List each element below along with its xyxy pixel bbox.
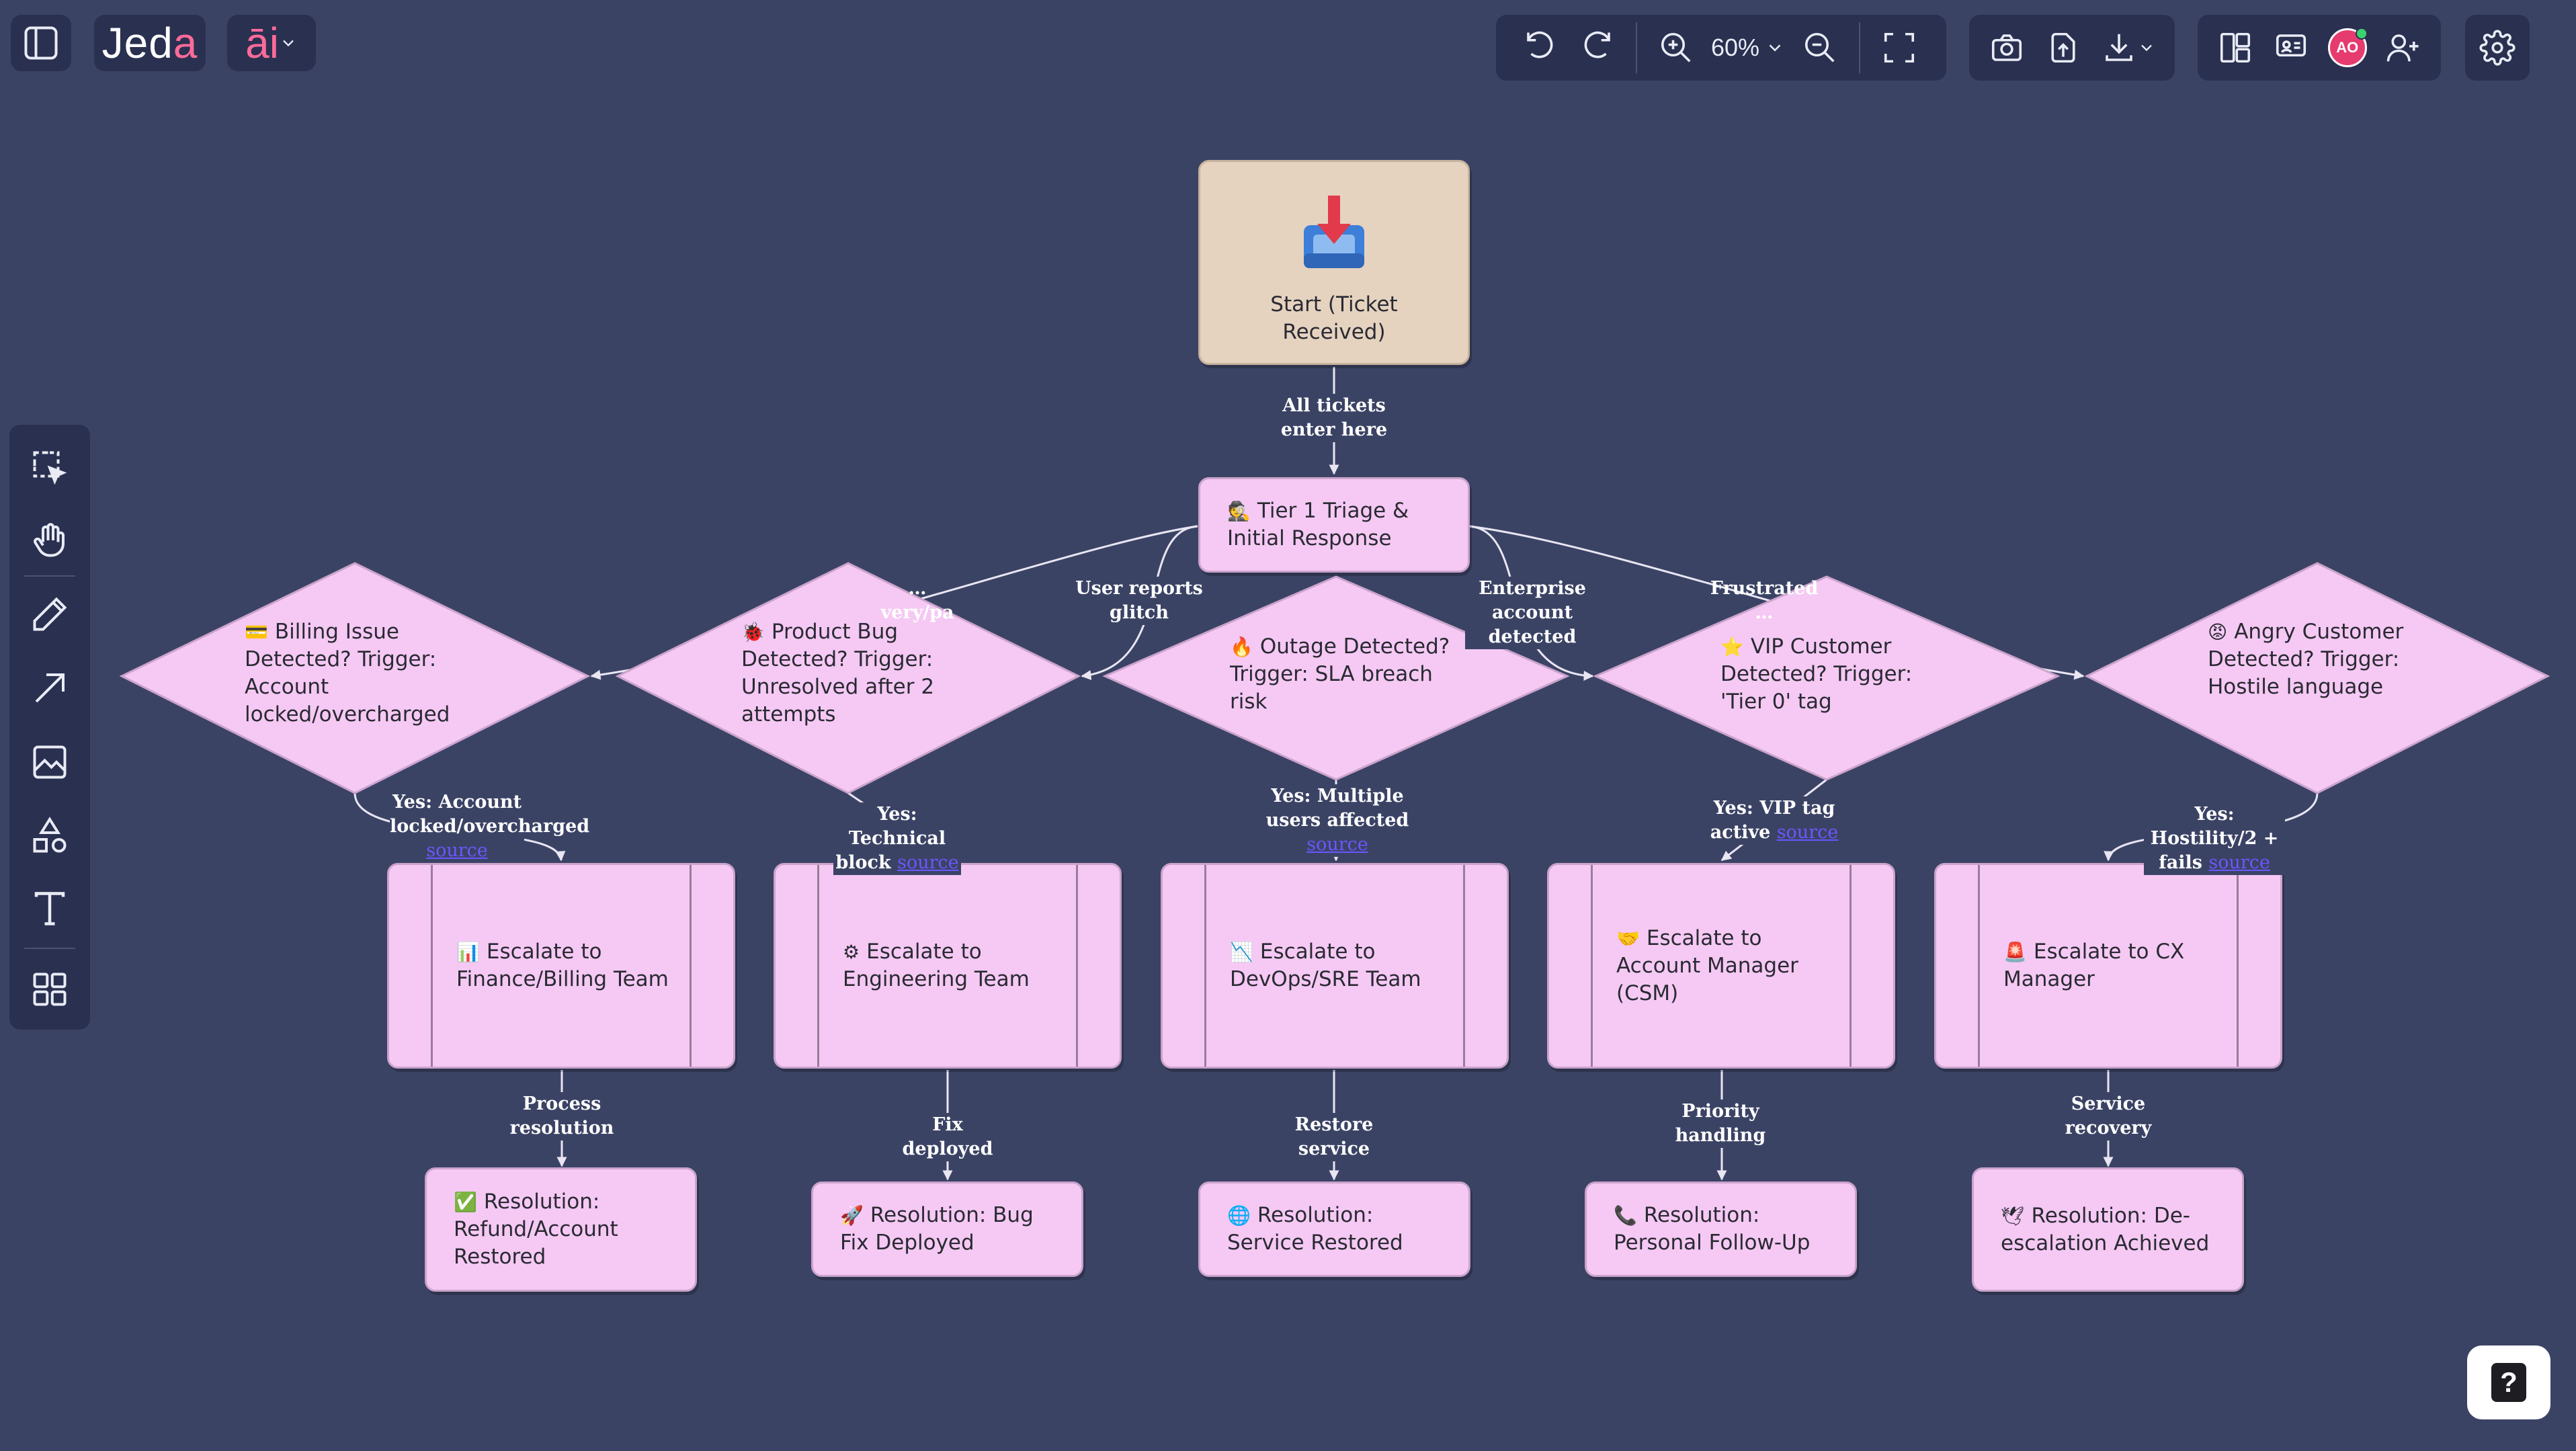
edge-label-to-billing[interactable]: …very/pa xyxy=(874,577,961,625)
escalation-devops[interactable]: 📉 Escalate to DevOps/SRE Team xyxy=(1161,863,1509,1069)
edge-label-res-cx[interactable]: Service recovery xyxy=(2041,1092,2175,1141)
decision-vip-label: VIP Customer Detected? Trigger: 'Tier 0'… xyxy=(1720,634,1913,714)
help-button[interactable]: ? xyxy=(2467,1345,2550,1419)
escalation-devops-label: Escalate to DevOps/SRE Team xyxy=(1230,940,1421,991)
decision-outage-label: Outage Detected? Trigger: SLA breach ris… xyxy=(1230,634,1450,714)
decision-bug-label: Product Bug Detected? Trigger: Unresolve… xyxy=(741,620,935,727)
resolution-bugfix-label: Resolution: Bug Fix Deployed xyxy=(840,1203,1034,1255)
decision-vip[interactable]: ⭐ VIP Customer Detected? Trigger: 'Tier 0… xyxy=(1720,633,1942,716)
decision-billing-label: Billing Issue Detected? Trigger: Account… xyxy=(245,620,450,727)
edge-label-yes-vip[interactable]: Yes: VIP tag active source xyxy=(1707,796,1841,845)
decision-bug[interactable]: 🐞 Product Bug Detected? Trigger: Unresolv… xyxy=(741,618,956,729)
resolution-bugfix[interactable]: 🚀 Resolution: Bug Fix Deployed xyxy=(811,1181,1083,1277)
edge-label-res-engineering[interactable]: Fix deployed xyxy=(887,1113,1008,1161)
decision-outage[interactable]: 🔥 Outage Detected? Trigger: SLA breach ri… xyxy=(1230,633,1452,716)
source-link[interactable]: source xyxy=(1306,834,1368,855)
decision-billing[interactable]: 💳 Billing Issue Detected? Trigger: Accoun… xyxy=(245,618,460,729)
resolution-followup[interactable]: 📞 Resolution: Personal Follow-Up xyxy=(1585,1181,1857,1277)
escalation-cx[interactable]: 🚨 Escalate to CX Manager xyxy=(1934,863,2282,1069)
escalation-engineering-label: Escalate to Engineering Team xyxy=(843,940,1030,991)
resolution-service-label: Resolution: Service Restored xyxy=(1227,1203,1403,1255)
decision-angry[interactable]: 😡 Angry Customer Detected? Trigger: Hosti… xyxy=(2208,618,2423,701)
resolution-refund-label: Resolution: Refund/Account Restored xyxy=(454,1190,618,1269)
help-icon: ? xyxy=(2491,1363,2526,1402)
edge-label-res-csm[interactable]: Priority handling xyxy=(1653,1100,1788,1148)
resolution-followup-label: Resolution: Personal Follow-Up xyxy=(1614,1203,1811,1255)
triage-label: 🕵 Tier 1 Triage & Initial Response xyxy=(1227,499,1409,550)
edge-label-yes-angry[interactable]: Yes: Hostility/2 + fails source xyxy=(2144,802,2285,875)
edge-label-to-bug[interactable]: User reports glitch xyxy=(1069,577,1210,625)
edge-label-res-finance[interactable]: Process resolution xyxy=(495,1092,629,1141)
escalation-finance-label: Escalate to Finance/Billing Team xyxy=(456,940,669,991)
resolution-service[interactable]: 🌐 Resolution: Service Restored xyxy=(1198,1181,1470,1277)
triage-node[interactable]: 🕵 Tier 1 Triage & Initial Response xyxy=(1198,477,1470,573)
edge-label-yes-bug[interactable]: Yes: Technical block source xyxy=(833,802,961,875)
start-node[interactable]: Start (Ticket Received) xyxy=(1198,160,1470,365)
decision-angry-label: Angry Customer Detected? Trigger: Hostil… xyxy=(2208,620,2404,699)
edge-label-start[interactable]: All tickets enter here xyxy=(1263,394,1405,442)
escalation-finance[interactable]: 📊 Escalate to Finance/Billing Team xyxy=(387,863,735,1069)
resolution-deescalation-label: Resolution: De-escalation Achieved xyxy=(2001,1203,2210,1255)
source-link[interactable]: source xyxy=(897,852,959,873)
resolution-refund[interactable]: ✅ Resolution: Refund/Account Restored xyxy=(425,1167,697,1292)
escalation-csm[interactable]: 🤝 Escalate to Account Manager (CSM) xyxy=(1547,863,1895,1069)
escalation-cx-label: Escalate to CX Manager xyxy=(2003,940,2185,991)
edge-label-res-devops[interactable]: Restore service xyxy=(1263,1113,1405,1161)
source-link[interactable]: source xyxy=(1777,822,1839,843)
edge-label-yes-billing[interactable]: Yes: Account locked/overcharged source xyxy=(390,790,589,863)
resolution-deescalation[interactable]: 🕊 Resolution: De-escalation Achieved xyxy=(1972,1167,2244,1292)
edge-label-yes-outage[interactable]: Yes: Multiple users affected source xyxy=(1263,784,1411,857)
inbox-icon xyxy=(1304,195,1364,268)
escalation-csm-label: Escalate to Account Manager (CSM) xyxy=(1616,925,1798,1005)
edge-label-to-angry[interactable]: Frustrated … xyxy=(1707,577,1821,625)
source-link[interactable]: source xyxy=(426,840,488,861)
escalation-engineering[interactable]: ⚙ Escalate to Engineering Team xyxy=(774,863,1122,1069)
start-label: Start (Ticket Received) xyxy=(1270,292,1398,344)
source-link[interactable]: source xyxy=(2208,852,2270,873)
edge-label-to-vip[interactable]: Enterprise account detected xyxy=(1465,577,1599,649)
